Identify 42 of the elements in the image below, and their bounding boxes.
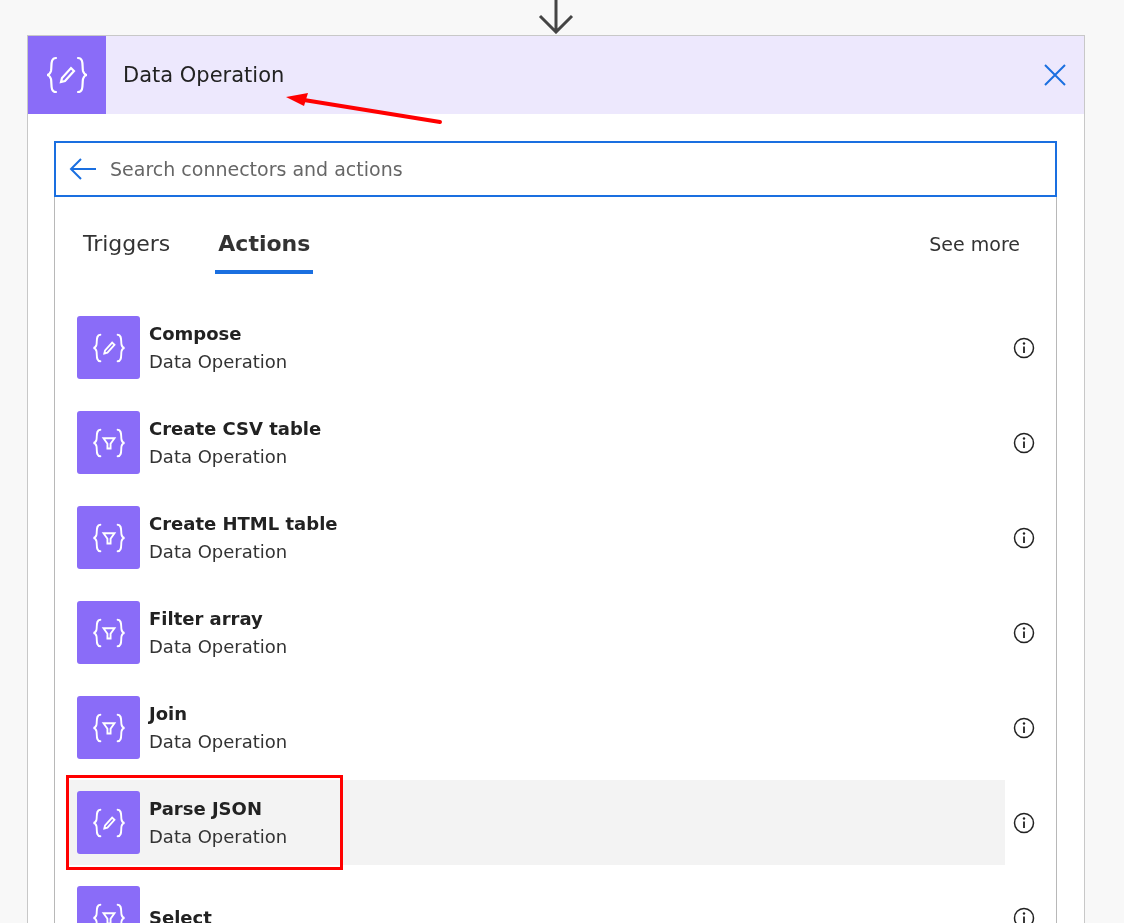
info-icon[interactable] xyxy=(1013,621,1035,644)
action-item[interactable]: Parse JSON Data Operation xyxy=(66,780,1005,865)
info-icon[interactable] xyxy=(1013,716,1035,739)
data-operation-icon xyxy=(77,601,140,664)
tab[interactable]: Actions xyxy=(215,197,314,274)
tab[interactable]: Triggers xyxy=(80,197,174,274)
data-operation-icon xyxy=(77,411,140,474)
action-item[interactable]: Create HTML table Data Operation xyxy=(66,495,1005,580)
action-item[interactable]: Compose Data Operation xyxy=(66,305,1005,390)
info-icon[interactable] xyxy=(1013,336,1035,359)
action-name: Create HTML table xyxy=(149,511,338,536)
action-name: Create CSV table xyxy=(149,416,322,441)
action-item[interactable]: Filter array Data Operation xyxy=(66,590,1005,675)
action-name: Compose xyxy=(149,321,243,346)
data-operation-icon xyxy=(77,316,140,379)
action-name: Filter array xyxy=(149,606,264,631)
action-item[interactable]: Join Data Operation xyxy=(66,685,1005,770)
connector-name: Data Operation xyxy=(149,349,288,374)
search-input[interactable]: Search connectors and actions xyxy=(108,157,1055,181)
connector-name: Data Operation xyxy=(149,444,289,469)
close-icon[interactable] xyxy=(1043,63,1067,87)
info-icon[interactable] xyxy=(1013,906,1035,923)
back-arrow-icon[interactable] xyxy=(68,157,98,181)
search-field[interactable]: Search connectors and actions xyxy=(54,141,1057,197)
see-more-link[interactable]: See more xyxy=(929,233,1020,255)
connector-name: Data Operation xyxy=(149,634,288,659)
down-arrow-icon xyxy=(538,0,574,34)
data-operation-icon xyxy=(77,506,140,569)
connector-name: Data Operation xyxy=(149,539,289,564)
action-name: Select xyxy=(149,905,212,923)
action-item[interactable]: Select xyxy=(66,875,1005,923)
action-name: Parse JSON xyxy=(149,796,263,821)
data-operation-icon xyxy=(77,696,140,759)
card-title: Data Operation xyxy=(123,63,285,87)
info-icon[interactable] xyxy=(1013,526,1035,549)
info-icon[interactable] xyxy=(1013,431,1035,454)
data-operation-icon xyxy=(77,791,140,854)
connector-name: Data Operation xyxy=(149,824,288,849)
action-name: Join xyxy=(149,701,189,726)
action-item[interactable]: Create CSV table Data Operation xyxy=(66,400,1005,485)
connector-name: Data Operation xyxy=(149,729,288,754)
info-icon[interactable] xyxy=(1013,811,1035,834)
